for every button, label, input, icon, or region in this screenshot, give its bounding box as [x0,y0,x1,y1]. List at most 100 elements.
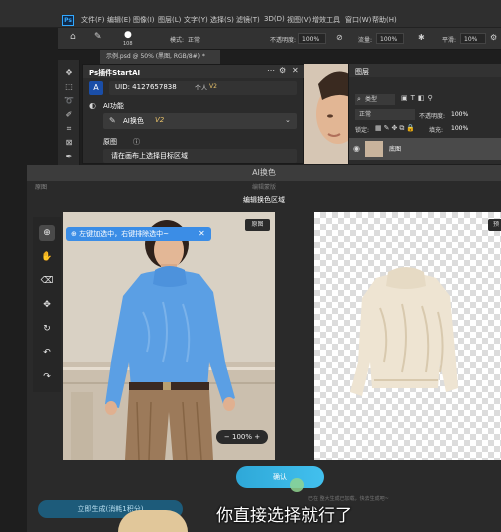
crop-tool-icon[interactable]: ⌗ [63,124,75,134]
menu-type[interactable]: 文字(Y) [184,15,208,25]
original-hint-box[interactable]: 请在画布上选择目标区域 [103,149,297,163]
confirm-button[interactable]: 确认 [236,466,324,488]
plugin-close-icon[interactable]: ✕ [292,66,299,75]
menu-layer[interactable]: 图层(L) [158,15,181,25]
menu-filter[interactable]: 滤镜(T) [236,15,260,25]
flow-label: 流量: [358,37,373,44]
dialog-title: AI换色 [27,165,501,181]
cursor-click-indicator [290,478,304,492]
palette-icon: ◐ [89,101,96,110]
menu-image[interactable]: 图像(I) [133,15,155,25]
layer-row[interactable]: ◉ 底图 [349,138,501,160]
redo-icon[interactable]: ↷ [39,369,55,385]
filter-icons[interactable]: ▣T◧⚲ [401,94,436,102]
menu-3d[interactable]: 3D(D) [264,15,285,23]
zoom-control: − 100% + [216,430,268,444]
preview-badge[interactable]: 预 [488,219,501,231]
canvas-preview[interactable] [304,64,348,164]
quick-select-tool-icon[interactable]: ✐ [63,110,75,120]
layer-thumbnail [365,141,383,157]
original-hint: 请在画布上选择目标区域 [111,152,188,160]
smart-select-icon[interactable]: ⊕ [39,225,55,241]
menu-plugins[interactable]: 增效工具 [312,15,340,25]
refresh-icon[interactable]: ↻ [39,321,55,337]
zoom-value: 100% [231,433,252,441]
layer-opacity-label: 不透明度: [419,113,446,120]
layers-tab[interactable]: 图层 [355,67,369,77]
menu-view[interactable]: 视图(V) [287,15,311,25]
home-icon[interactable]: ⌂ [70,32,76,42]
layer-blend-mode[interactable]: 正常 [355,109,415,120]
original-badge[interactable]: 原图 [245,219,270,231]
visibility-eye-icon[interactable]: ◉ [353,144,360,153]
original-label: 原图 [103,138,117,146]
account-type: 个人 [195,85,208,92]
mode-label: 模式: [170,37,185,44]
flow-field[interactable]: 100% [376,33,404,44]
hand-brush-icon[interactable]: ✋ [39,249,55,265]
tip-text: 左键加选中，右键排除选中~ [79,230,169,238]
lock-icons[interactable]: ▦✎✥⧉🔒 [375,124,417,133]
photoshop-logo-icon: Ps [62,15,74,26]
move-tool-icon[interactable]: ✥ [63,68,75,78]
settings-gear-icon[interactable]: ⚙ [490,33,497,42]
search-icon: ⌕ [357,95,361,103]
uid-bar: UID: 4127657838 个人 V2 [109,81,297,95]
options-bar: ⌂ ✎ ● 108 模式: 正常 不透明度: 100% ⊘ 流量: 100% ✱… [58,28,501,50]
video-subtitle: 你直接选择就行了 [216,506,352,526]
mode-select[interactable]: 正常 [188,35,200,44]
layers-header [349,64,501,77]
lasso-tool-icon[interactable]: ➰ [63,96,75,106]
selection-tools: ⊕ ✋ ⌫ ✥ ↻ ↶ ↷ [33,217,61,392]
layer-opacity-value[interactable]: 100% [451,111,468,118]
plugin-menu-icon[interactable]: ⋯ [267,66,275,75]
brush-icon[interactable]: ✎ [94,32,102,42]
opacity-field[interactable]: 100% [298,33,326,44]
brush-size-value: 108 [123,41,133,47]
menu-file[interactable]: 文件(F) [81,15,105,25]
startai-plugin-panel: Ps插件StartAI ⋯ ⚙ ✕ A UID: 4127657838 个人 V… [82,64,305,164]
fill-value[interactable]: 100% [451,125,468,132]
ai-function-select[interactable]: ✎ AI换色 V2 ⌄ [103,113,297,129]
info-icon: ⓘ [133,138,140,146]
edit-area-title: 编辑换色区域 [243,196,285,204]
zoom-in-icon[interactable]: + [254,433,260,441]
version-badge: V2 [209,83,217,90]
tip-close-icon[interactable]: ✕ [198,227,205,241]
menu-bar: Ps 文件(F) 编辑(E) 图像(I) 图层(L) 文字(Y) 选择(S) 滤… [0,0,501,28]
tools-panel: ✥ ⬚ ➰ ✐ ⌗ ⊠ ✒ [58,60,80,165]
zoom-out-icon[interactable]: − [224,433,230,441]
lock-label: 锁定: [355,127,370,134]
brush-preset-icon[interactable]: ● [124,30,132,40]
menu-window[interactable]: 窗口(W) [345,15,371,25]
dialog-subtitle: 编辑蒙版 [251,184,276,191]
frame-tool-icon[interactable]: ⊠ [63,138,75,148]
eyedropper-tool-icon[interactable]: ✒ [63,152,75,162]
pressure-opacity-icon[interactable]: ⊘ [336,33,343,42]
marquee-tool-icon[interactable]: ⬚ [63,82,75,92]
preview-canvas[interactable] [314,212,501,460]
sweater-cutout [350,267,458,396]
edit-canvas-image[interactable] [63,212,275,460]
smoothing-field[interactable]: 10% [460,33,486,44]
smoothing-label: 平滑: [442,37,457,44]
tip-select-icon: ⊕ [71,230,80,238]
presenter-hat [118,510,188,532]
menu-help[interactable]: 帮助(H) [372,15,397,25]
brush-color-icon: ✎ [109,116,116,125]
chevron-down-icon: ⌄ [285,116,291,124]
selection-tip: ⊕ 左键加选中，右键排除选中~ ✕ [66,227,211,241]
menu-select[interactable]: 选择(S) [210,15,234,25]
airbrush-icon[interactable]: ✱ [418,33,425,42]
undo-icon[interactable]: ↶ [39,345,55,361]
layer-type-filter[interactable]: 类型 [355,94,395,105]
document-tab[interactable]: 示例.psd @ 50% (黑图, RGB/8#) * [100,50,220,64]
startai-logo-icon: A [89,81,103,95]
move-icon[interactable]: ✥ [39,297,55,313]
dialog-original-label: 原图 [35,184,48,191]
plugin-settings-icon[interactable]: ⚙ [279,66,286,75]
model-photo [63,212,275,460]
ai-function-version: V2 [155,116,165,124]
eraser-icon[interactable]: ⌫ [39,273,55,289]
menu-edit[interactable]: 编辑(E) [107,15,131,25]
